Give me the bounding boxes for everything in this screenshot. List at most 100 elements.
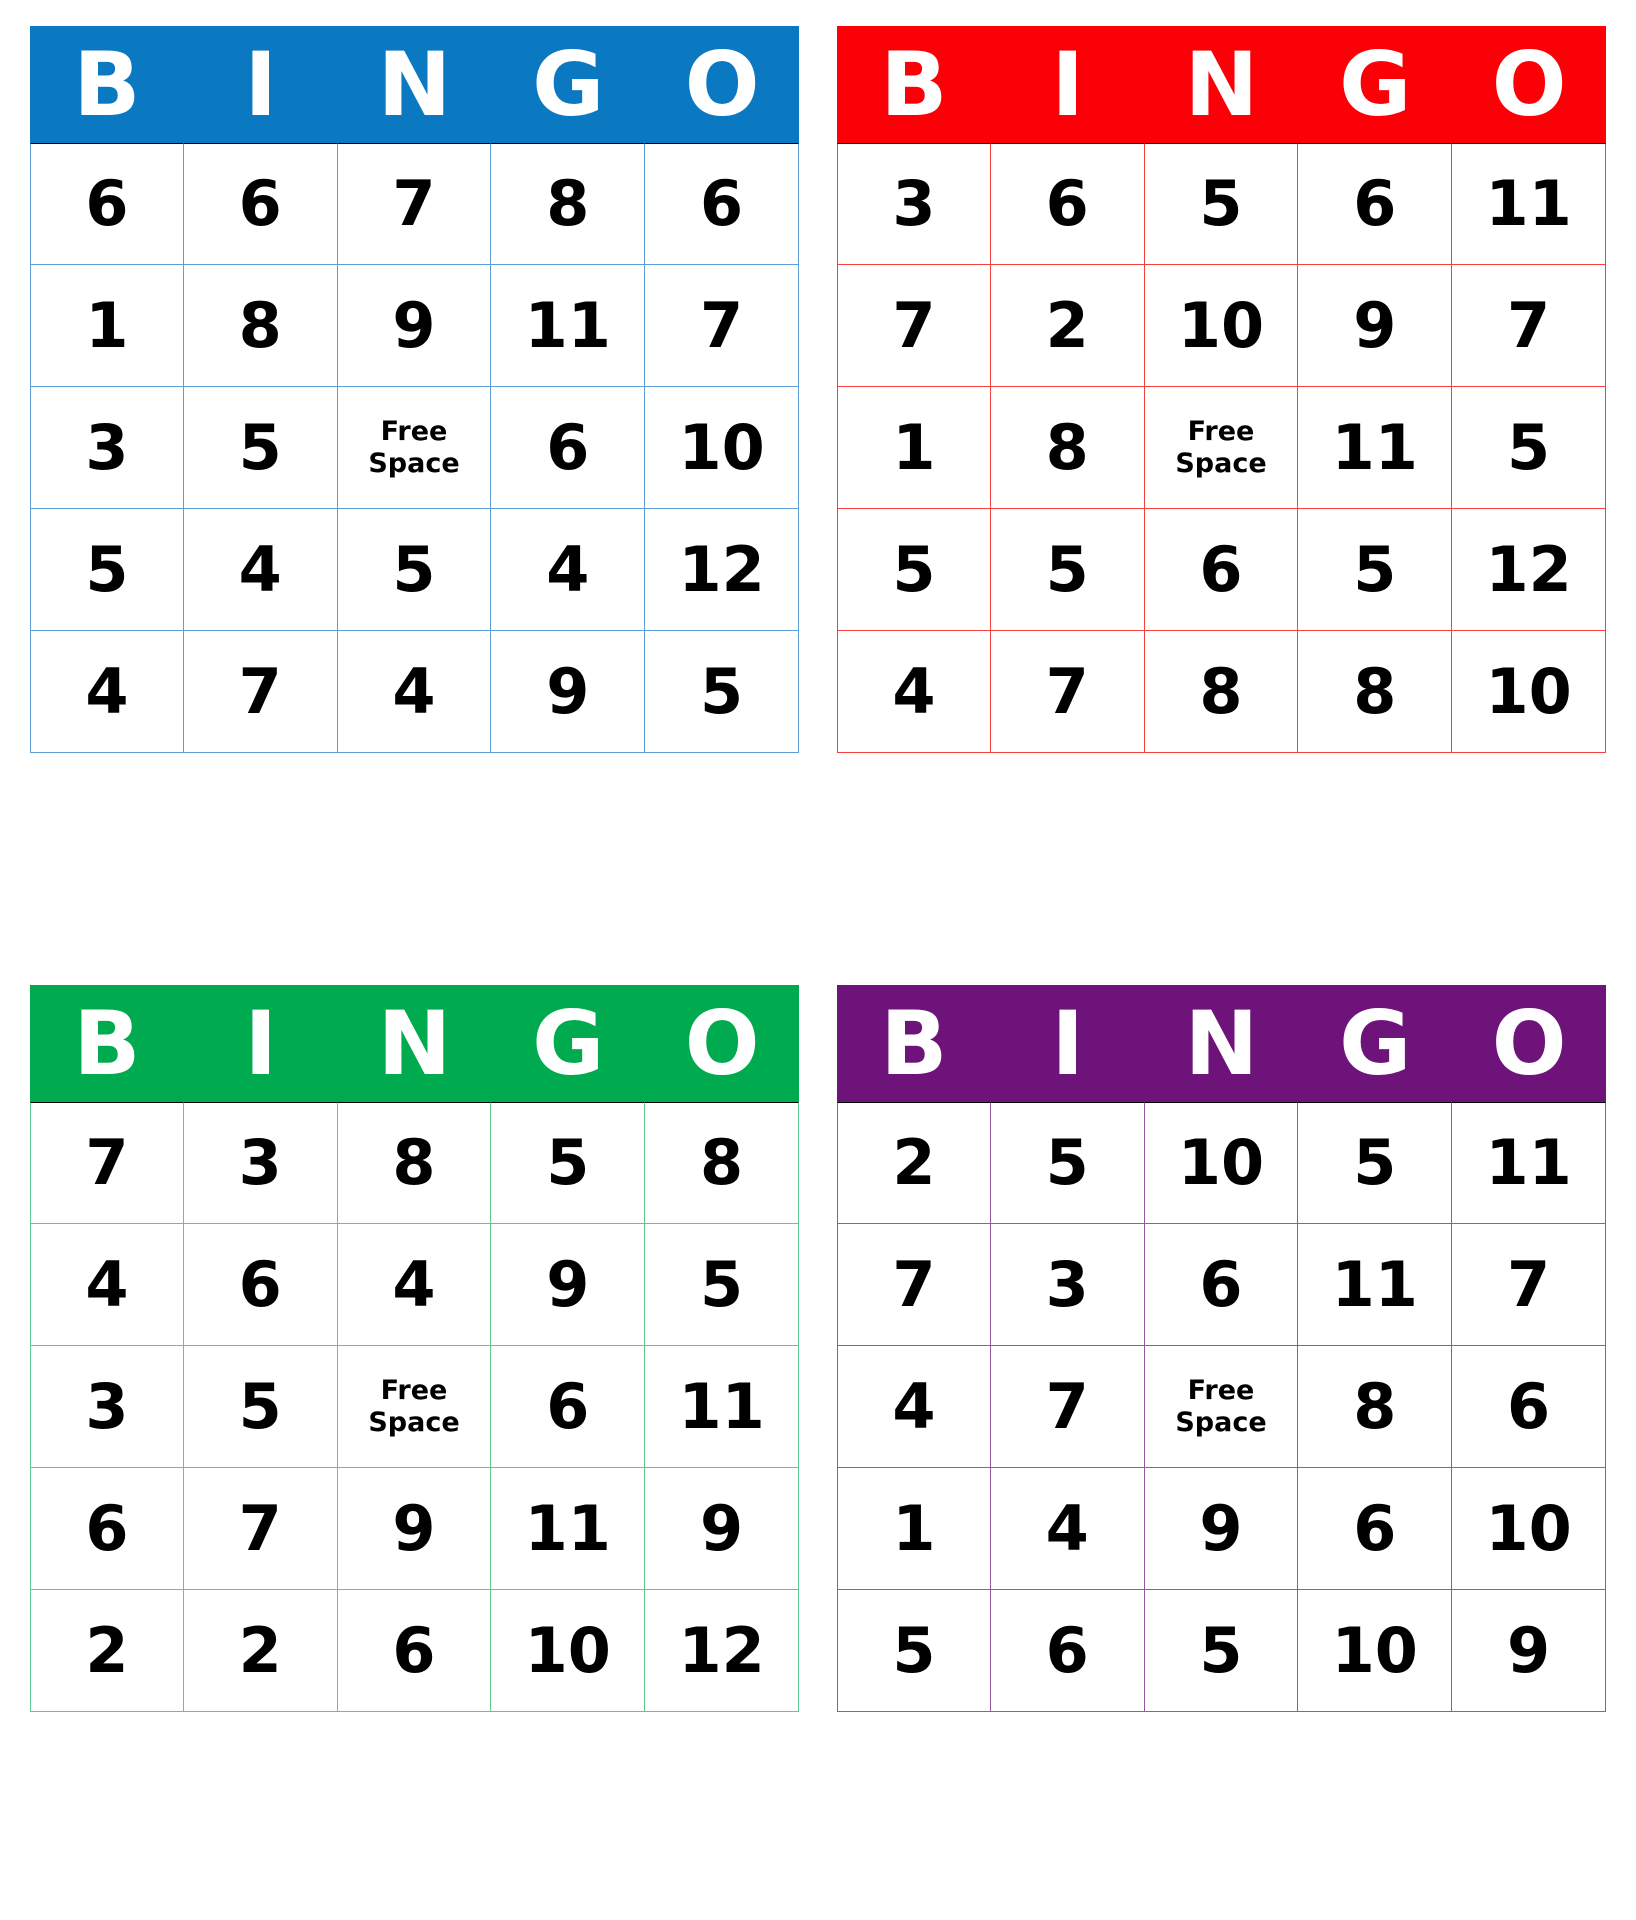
bingo-cell[interactable]: 5 bbox=[337, 509, 492, 631]
bingo-cell[interactable]: 8 bbox=[337, 1102, 492, 1224]
bingo-cell[interactable]: 2 bbox=[183, 1590, 338, 1712]
bingo-cell[interactable]: 9 bbox=[337, 265, 492, 387]
bingo-cell[interactable]: 5 bbox=[837, 1590, 991, 1712]
bingo-cell[interactable]: 6 bbox=[990, 143, 1145, 265]
bingo-cell[interactable]: 11 bbox=[1452, 143, 1606, 265]
bingo-cell[interactable]: 5 bbox=[1452, 387, 1606, 509]
bingo-free-space[interactable]: Free Space bbox=[337, 1346, 492, 1468]
bingo-cell[interactable]: 8 bbox=[645, 1102, 799, 1224]
bingo-cell[interactable]: 10 bbox=[645, 387, 799, 509]
bingo-cell[interactable]: 1 bbox=[837, 387, 991, 509]
bingo-cell[interactable]: 8 bbox=[990, 387, 1145, 509]
bingo-cell[interactable]: 9 bbox=[1452, 1590, 1606, 1712]
bingo-cell[interactable]: 10 bbox=[1144, 1102, 1299, 1224]
bingo-cell[interactable]: 7 bbox=[1452, 265, 1606, 387]
bingo-cell[interactable]: 7 bbox=[337, 143, 492, 265]
bingo-cell[interactable]: 5 bbox=[1298, 509, 1453, 631]
bingo-cell[interactable]: 4 bbox=[837, 631, 991, 753]
bingo-cell[interactable]: 10 bbox=[1452, 1468, 1606, 1590]
bingo-cell[interactable]: 3 bbox=[183, 1102, 338, 1224]
bingo-cell[interactable]: 12 bbox=[645, 1590, 799, 1712]
bingo-cell[interactable]: 2 bbox=[990, 265, 1145, 387]
bingo-cell[interactable]: 6 bbox=[1298, 1468, 1453, 1590]
bingo-cell[interactable]: 4 bbox=[837, 1346, 991, 1468]
bingo-cell[interactable]: 11 bbox=[1298, 1224, 1453, 1346]
bingo-cell[interactable]: 3 bbox=[837, 143, 991, 265]
bingo-cell[interactable]: 2 bbox=[837, 1102, 991, 1224]
bingo-cell[interactable]: 7 bbox=[183, 1468, 338, 1590]
bingo-cell[interactable]: 7 bbox=[1452, 1224, 1606, 1346]
bingo-cell[interactable]: 10 bbox=[1452, 631, 1606, 753]
bingo-cell[interactable]: 5 bbox=[1144, 143, 1299, 265]
bingo-cell[interactable]: 8 bbox=[183, 265, 338, 387]
bingo-cell[interactable]: 11 bbox=[1452, 1102, 1606, 1224]
bingo-free-space[interactable]: Free Space bbox=[1144, 1346, 1299, 1468]
bingo-cell[interactable]: 5 bbox=[837, 509, 991, 631]
bingo-cell[interactable]: 3 bbox=[990, 1224, 1145, 1346]
bingo-cell[interactable]: 10 bbox=[1144, 265, 1299, 387]
bingo-cell[interactable]: 8 bbox=[1298, 631, 1453, 753]
bingo-cell[interactable]: 9 bbox=[491, 631, 646, 753]
bingo-cell[interactable]: 11 bbox=[491, 265, 646, 387]
bingo-cell[interactable]: 9 bbox=[645, 1468, 799, 1590]
bingo-cell[interactable]: 6 bbox=[645, 143, 799, 265]
bingo-cell[interactable]: 4 bbox=[990, 1468, 1145, 1590]
bingo-cell[interactable]: 6 bbox=[491, 1346, 646, 1468]
bingo-cell[interactable]: 5 bbox=[990, 509, 1145, 631]
bingo-cell[interactable]: 8 bbox=[491, 143, 646, 265]
bingo-cell[interactable]: 9 bbox=[1144, 1468, 1299, 1590]
bingo-free-space[interactable]: Free Space bbox=[337, 387, 492, 509]
bingo-cell[interactable]: 6 bbox=[1144, 1224, 1299, 1346]
bingo-cell[interactable]: 5 bbox=[645, 631, 799, 753]
bingo-cell[interactable]: 4 bbox=[337, 631, 492, 753]
bingo-cell[interactable]: 6 bbox=[1144, 509, 1299, 631]
bingo-cell[interactable]: 6 bbox=[337, 1590, 492, 1712]
bingo-cell[interactable]: 7 bbox=[30, 1102, 184, 1224]
bingo-cell[interactable]: 5 bbox=[1144, 1590, 1299, 1712]
bingo-cell[interactable]: 4 bbox=[183, 509, 338, 631]
bingo-cell[interactable]: 6 bbox=[1452, 1346, 1606, 1468]
bingo-cell[interactable]: 5 bbox=[30, 509, 184, 631]
bingo-cell[interactable]: 6 bbox=[1298, 143, 1453, 265]
bingo-cell[interactable]: 12 bbox=[1452, 509, 1606, 631]
bingo-cell[interactable]: 6 bbox=[30, 1468, 184, 1590]
bingo-cell[interactable]: 4 bbox=[30, 1224, 184, 1346]
bingo-cell[interactable]: 11 bbox=[491, 1468, 646, 1590]
bingo-cell[interactable]: 6 bbox=[491, 387, 646, 509]
bingo-cell[interactable]: 10 bbox=[1298, 1590, 1453, 1712]
bingo-cell[interactable]: 4 bbox=[491, 509, 646, 631]
bingo-cell[interactable]: 8 bbox=[1298, 1346, 1453, 1468]
bingo-cell[interactable]: 7 bbox=[990, 631, 1145, 753]
bingo-cell[interactable]: 6 bbox=[990, 1590, 1145, 1712]
bingo-cell[interactable]: 9 bbox=[1298, 265, 1453, 387]
bingo-free-space[interactable]: Free Space bbox=[1144, 387, 1299, 509]
bingo-cell[interactable]: 1 bbox=[30, 265, 184, 387]
bingo-cell[interactable]: 7 bbox=[183, 631, 338, 753]
bingo-cell[interactable]: 1 bbox=[837, 1468, 991, 1590]
bingo-cell[interactable]: 4 bbox=[30, 631, 184, 753]
bingo-cell[interactable]: 11 bbox=[1298, 387, 1453, 509]
bingo-cell[interactable]: 12 bbox=[645, 509, 799, 631]
bingo-cell[interactable]: 10 bbox=[491, 1590, 646, 1712]
bingo-cell[interactable]: 2 bbox=[30, 1590, 184, 1712]
bingo-cell[interactable]: 7 bbox=[837, 265, 991, 387]
bingo-cell[interactable]: 6 bbox=[183, 1224, 338, 1346]
bingo-cell[interactable]: 5 bbox=[990, 1102, 1145, 1224]
bingo-cell[interactable]: 5 bbox=[183, 1346, 338, 1468]
bingo-cell[interactable]: 4 bbox=[337, 1224, 492, 1346]
bingo-cell[interactable]: 9 bbox=[337, 1468, 492, 1590]
bingo-cell[interactable]: 3 bbox=[30, 1346, 184, 1468]
bingo-cell[interactable]: 11 bbox=[645, 1346, 799, 1468]
bingo-cell[interactable]: 7 bbox=[837, 1224, 991, 1346]
bingo-cell[interactable]: 5 bbox=[491, 1102, 646, 1224]
bingo-cell[interactable]: 8 bbox=[1144, 631, 1299, 753]
bingo-cell[interactable]: 6 bbox=[30, 143, 184, 265]
bingo-cell[interactable]: 7 bbox=[645, 265, 799, 387]
bingo-cell[interactable]: 9 bbox=[491, 1224, 646, 1346]
bingo-cell[interactable]: 3 bbox=[30, 387, 184, 509]
bingo-cell[interactable]: 5 bbox=[1298, 1102, 1453, 1224]
bingo-cell[interactable]: 7 bbox=[990, 1346, 1145, 1468]
bingo-cell[interactable]: 6 bbox=[183, 143, 338, 265]
bingo-cell[interactable]: 5 bbox=[183, 387, 338, 509]
bingo-cell[interactable]: 5 bbox=[645, 1224, 799, 1346]
